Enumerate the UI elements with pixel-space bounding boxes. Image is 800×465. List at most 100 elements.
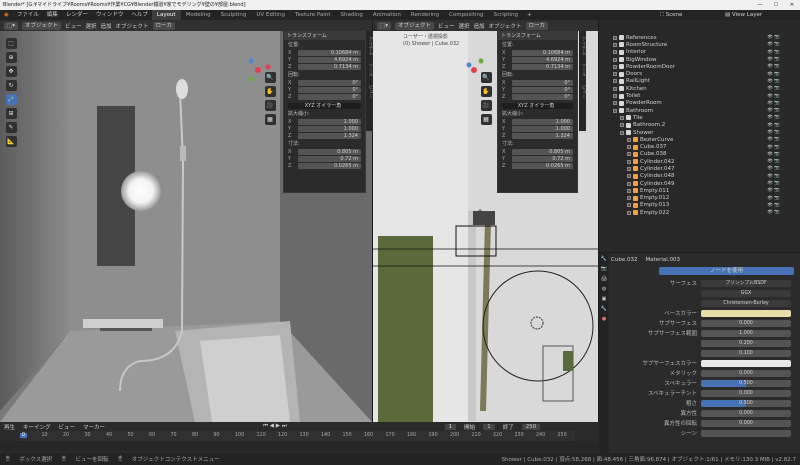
visibility-icon[interactable]: 👁 📷 bbox=[767, 79, 780, 84]
property-field[interactable]: 0.000 bbox=[701, 389, 791, 397]
property-field[interactable]: 0.200 bbox=[701, 339, 791, 347]
menu-view[interactable]: ビュー bbox=[65, 22, 82, 30]
tab-rendering[interactable]: Rendering bbox=[406, 10, 444, 20]
outliner-item[interactable]: Doors 👁 📷 bbox=[599, 70, 800, 77]
outliner-item[interactable]: Shower 👁 📷 bbox=[599, 129, 800, 136]
tab-view[interactable]: ビュー bbox=[366, 85, 373, 99]
menu-help[interactable]: ヘルプ bbox=[127, 10, 152, 20]
tool-tab-icon[interactable]: 🔧 bbox=[601, 256, 607, 262]
scale-x-field[interactable]: 1.000 bbox=[298, 118, 361, 125]
checkbox-icon[interactable] bbox=[627, 145, 631, 150]
menu-select[interactable]: 選択 bbox=[86, 22, 97, 30]
add-workspace-icon[interactable]: + bbox=[523, 10, 536, 20]
visibility-icon[interactable]: 👁 📷 bbox=[767, 108, 780, 113]
menu-file[interactable]: ファイル bbox=[13, 10, 43, 20]
visibility-icon[interactable]: 👁 📷 bbox=[767, 50, 780, 55]
pan-icon[interactable]: ✋ bbox=[264, 86, 276, 97]
menu-add[interactable]: 追加 bbox=[101, 22, 112, 30]
tab-tool-2[interactable]: ツール bbox=[579, 63, 586, 77]
outliner-item[interactable]: Bathroom.2 👁 📷 bbox=[599, 122, 800, 129]
material-name[interactable]: Material.003 bbox=[645, 257, 680, 263]
property-field[interactable]: 0.000 bbox=[701, 319, 791, 327]
tab-sculpting[interactable]: Sculpting bbox=[216, 10, 252, 20]
editor-type-dropdown-2[interactable]: ⬚▾ bbox=[377, 21, 391, 30]
scale-z-field-2[interactable]: 1.324 bbox=[512, 132, 573, 139]
modifier-tab-icon[interactable]: 🔧 bbox=[601, 306, 607, 312]
checkbox-icon[interactable] bbox=[613, 42, 617, 47]
checkbox-icon[interactable] bbox=[613, 86, 617, 91]
location-x-field-2[interactable]: 0.10684 m bbox=[512, 49, 573, 56]
tab-tool[interactable]: ツール bbox=[366, 63, 373, 77]
world-tab-icon[interactable]: ◍ bbox=[602, 286, 606, 292]
scene-selector[interactable]: ⛶ Scene bbox=[660, 10, 682, 20]
property-field[interactable]: プリンシプルBSDF bbox=[701, 279, 791, 287]
tab-layout[interactable]: Layout bbox=[151, 10, 181, 20]
minimize-icon[interactable]: — bbox=[752, 0, 768, 10]
outliner-item[interactable]: RoomStructure 👁 📷 bbox=[599, 41, 800, 48]
menu-render[interactable]: レンダー bbox=[62, 10, 92, 20]
checkbox-icon[interactable] bbox=[620, 123, 624, 128]
menu-object-2[interactable]: オブジェクト bbox=[489, 22, 522, 30]
property-field[interactable]: 0.500 bbox=[701, 399, 791, 407]
outliner-item[interactable]: Bathroom 👁 📷 bbox=[599, 107, 800, 114]
object-name[interactable]: Cube.032 bbox=[611, 257, 637, 263]
checkbox-icon[interactable] bbox=[613, 94, 617, 99]
outliner-item[interactable]: PowderRoom 👁 📷 bbox=[599, 100, 800, 107]
mode-dropdown[interactable]: オブジェクト bbox=[21, 21, 61, 30]
tab-modeling[interactable]: Modeling bbox=[181, 10, 216, 20]
visibility-icon[interactable]: 👁 📷 bbox=[767, 174, 780, 179]
render-tab-icon[interactable]: 📷 bbox=[601, 266, 607, 272]
grid-icon-2[interactable]: ▦ bbox=[480, 114, 492, 125]
blender-logo-icon[interactable]: ◉ bbox=[0, 10, 13, 20]
checkbox-icon[interactable] bbox=[627, 188, 631, 193]
checkbox-icon[interactable] bbox=[613, 72, 617, 77]
dimension-z-field[interactable]: 0.0265 m bbox=[298, 162, 361, 169]
checkbox-icon[interactable] bbox=[627, 166, 631, 171]
location-z-field[interactable]: 0.7134 m bbox=[298, 63, 361, 70]
rotation-x-field-2[interactable]: 0° bbox=[512, 79, 573, 86]
checkbox-icon[interactable] bbox=[613, 101, 617, 106]
menu-add-2[interactable]: 追加 bbox=[474, 22, 485, 30]
location-y-field-2[interactable]: 4.6924 m bbox=[512, 56, 573, 63]
visibility-icon[interactable]: 👁 📷 bbox=[767, 57, 780, 62]
current-frame-field[interactable]: 1 bbox=[444, 423, 457, 430]
cursor-icon[interactable]: ⊕ bbox=[5, 52, 17, 63]
menu-keying[interactable]: キーイング bbox=[23, 423, 51, 431]
checkbox-icon[interactable] bbox=[613, 79, 617, 84]
timeline-tracks[interactable] bbox=[0, 441, 599, 451]
scale-z-field[interactable]: 1.324 bbox=[298, 132, 361, 139]
location-z-field-2[interactable]: 0.7134 m bbox=[512, 63, 573, 70]
visibility-icon[interactable]: 👁 📷 bbox=[767, 210, 780, 215]
property-field[interactable]: Christensen-Burley bbox=[701, 299, 791, 307]
menu-view-2[interactable]: ビュー bbox=[438, 22, 455, 30]
tab-item-2[interactable]: アイテム bbox=[579, 37, 586, 55]
checkbox-icon[interactable] bbox=[613, 64, 617, 69]
close-icon[interactable]: ✕ bbox=[784, 0, 800, 10]
scale-y-field-2[interactable]: 1.000 bbox=[512, 125, 573, 132]
visibility-icon[interactable]: 👁 📷 bbox=[767, 86, 780, 91]
outliner-item[interactable]: Interior 👁 📷 bbox=[599, 49, 800, 56]
select-box-icon[interactable]: ⬚ bbox=[5, 38, 17, 49]
visibility-icon[interactable]: 👁 📷 bbox=[767, 123, 780, 128]
outliner-item[interactable]: PowderRoomDoor 👁 📷 bbox=[599, 63, 800, 70]
transform-icon[interactable]: ⊞ bbox=[5, 108, 17, 119]
zoom-icon-2[interactable]: 🔍 bbox=[480, 72, 492, 83]
menu-edit[interactable]: 編集 bbox=[43, 10, 62, 20]
use-nodes-button[interactable]: ノードを使用 bbox=[659, 267, 794, 275]
outliner-item[interactable]: Tile 👁 📷 bbox=[599, 114, 800, 121]
menu-object[interactable]: オブジェクト bbox=[116, 22, 149, 30]
orientation-dropdown-2[interactable]: ローカ bbox=[525, 21, 549, 30]
visibility-icon[interactable]: 👁 📷 bbox=[767, 94, 780, 99]
outliner-item[interactable]: Empty.011 👁 📷 bbox=[599, 187, 800, 194]
view-layer-selector[interactable]: ▤ View Layer bbox=[725, 10, 762, 20]
dimension-y-field-2[interactable]: 0.72 m bbox=[512, 155, 573, 162]
rotation-y-field-2[interactable]: 0° bbox=[512, 86, 573, 93]
outliner-item[interactable]: Cylinder.049 👁 📷 bbox=[599, 180, 800, 187]
annotate-icon[interactable]: ✎ bbox=[5, 122, 17, 133]
tab-shading[interactable]: Shading bbox=[336, 10, 368, 20]
property-field[interactable]: 0.000 bbox=[701, 409, 791, 417]
tab-texture-paint[interactable]: Texture Paint bbox=[290, 10, 336, 20]
pan-icon-2[interactable]: ✋ bbox=[480, 86, 492, 97]
maximize-icon[interactable]: ☐ bbox=[768, 0, 784, 10]
tab-view-2[interactable]: ビュー bbox=[579, 85, 586, 99]
